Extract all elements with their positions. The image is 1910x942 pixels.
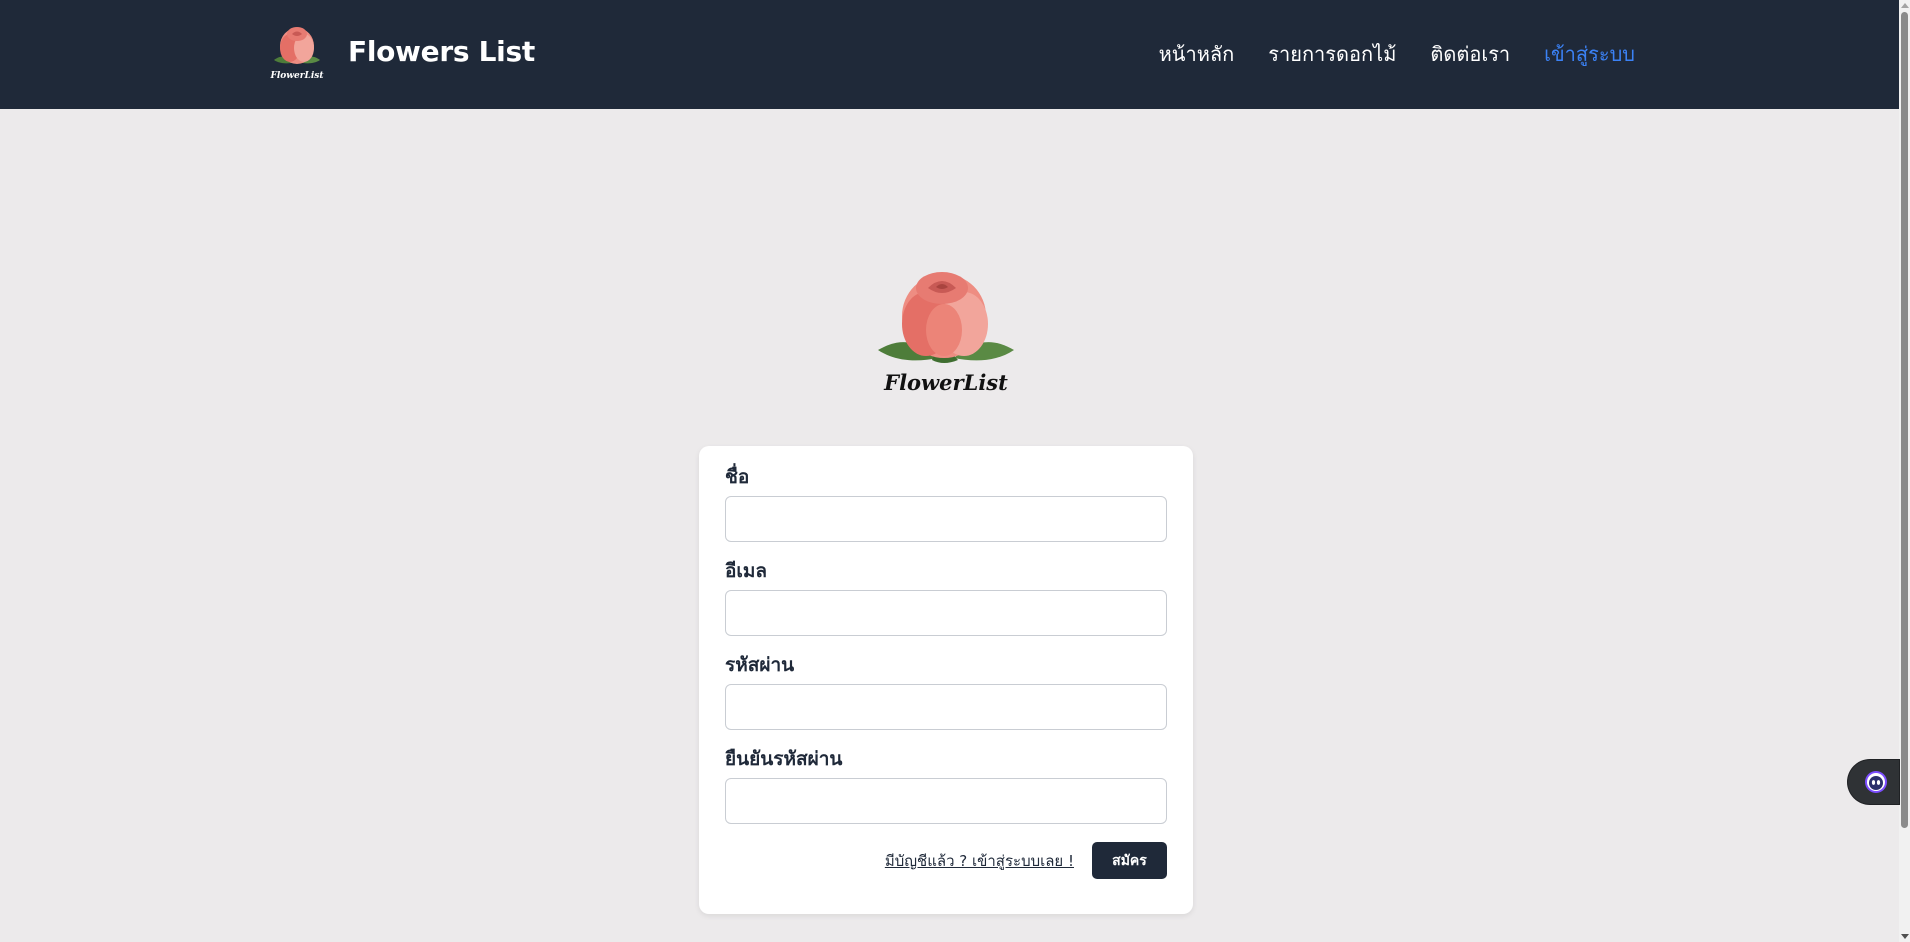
email-input[interactable] <box>725 590 1167 636</box>
nav-link-home[interactable]: หน้าหลัก <box>1159 42 1235 66</box>
nav-link-flower-list[interactable]: รายการดอกไม้ <box>1268 42 1396 66</box>
password-input[interactable] <box>725 684 1167 730</box>
confirm-password-input[interactable] <box>725 778 1167 824</box>
login-link[interactable]: มีบัญชีแล้ว ? เข้าสู่ระบบเลย ! <box>885 849 1074 873</box>
rose-logo-icon: FlowerList <box>270 27 325 81</box>
brand-logo-text: FlowerList <box>270 71 325 81</box>
password-label: รหัสผ่าน <box>725 654 795 676</box>
nav-item-home: หน้าหลัก <box>1159 38 1235 70</box>
hero-rose-logo-icon: FlowerList <box>878 272 1014 395</box>
signup-button[interactable]: สมัคร <box>1092 842 1167 879</box>
brand-title[interactable]: Flowers List <box>348 35 535 68</box>
field-email: อีเมล <box>725 556 1167 636</box>
confirm-password-label: ยืนยันรหัสผ่าน <box>725 748 843 770</box>
hero-logo-text: FlowerList <box>883 370 1008 395</box>
name-label: ชื่อ <box>725 466 750 488</box>
brand[interactable]: FlowerList Flowers List <box>266 20 535 82</box>
nav-item-contact: ติดต่อเรา <box>1430 38 1510 70</box>
field-name: ชื่อ <box>725 462 1167 542</box>
scrollbar[interactable] <box>1899 0 1910 942</box>
field-password: รหัสผ่าน <box>725 650 1167 730</box>
scrollbar-thumb[interactable] <box>1901 12 1908 828</box>
navbar: FlowerList Flowers List หน้าหลัก รายการด… <box>0 0 1899 109</box>
form-actions: มีบัญชีแล้ว ? เข้าสู่ระบบเลย ! สมัคร <box>725 842 1167 879</box>
nav-item-flower-list: รายการดอกไม้ <box>1268 38 1396 70</box>
assistant-face-icon <box>1865 771 1887 793</box>
page: FlowerList Flowers List หน้าหลัก รายการด… <box>0 0 1910 942</box>
signup-form: ชื่อ อีเมล รหัสผ่าน ยืนยันรหัสผ่าน มีบัญ… <box>699 446 1193 914</box>
nav-link-login[interactable]: เข้าสู่ระบบ <box>1544 42 1635 66</box>
assistant-widget[interactable] <box>1848 760 1899 804</box>
nav-menu: หน้าหลัก รายการดอกไม้ ติดต่อเรา เข้าสู่ร… <box>1159 38 1635 70</box>
name-input[interactable] <box>725 496 1167 542</box>
field-confirm-password: ยืนยันรหัสผ่าน <box>725 744 1167 824</box>
email-label: อีเมล <box>725 560 768 582</box>
nav-link-contact[interactable]: ติดต่อเรา <box>1430 42 1510 66</box>
scroll-down-arrow-icon[interactable] <box>1901 934 1909 939</box>
scroll-up-arrow-icon[interactable] <box>1901 3 1909 8</box>
nav-item-login: เข้าสู่ระบบ <box>1544 38 1635 70</box>
